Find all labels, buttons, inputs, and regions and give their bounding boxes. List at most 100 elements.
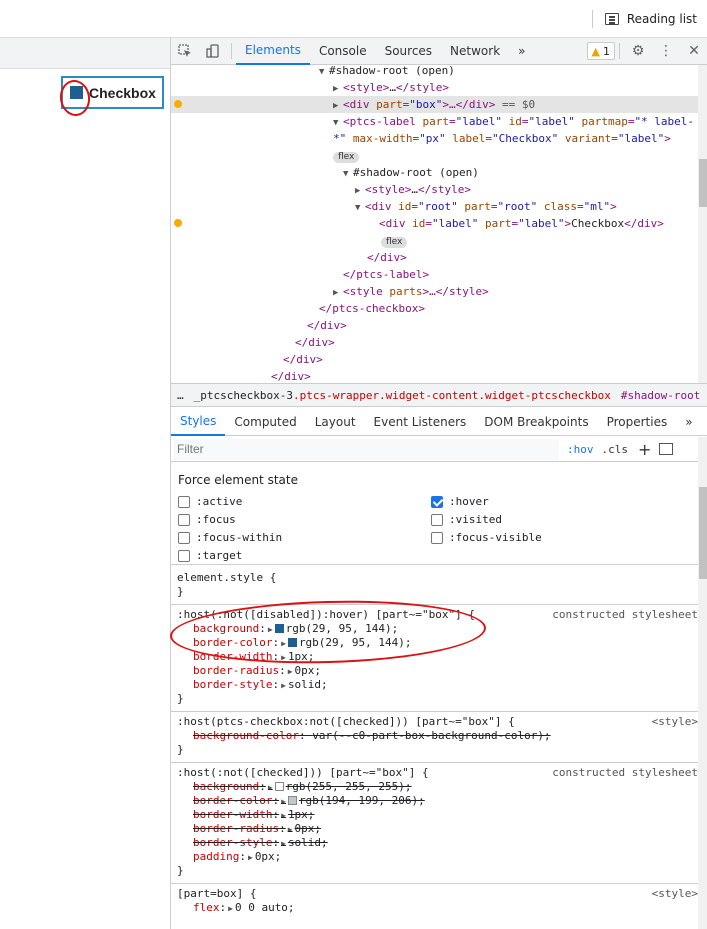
styles-filter-input[interactable] [174, 438, 559, 460]
dom-node[interactable]: ▼ #shadow-root (open) [171, 65, 698, 79]
css-declaration[interactable]: padding: ▶ 0px; [193, 850, 281, 864]
flex-badge[interactable]: flex [381, 237, 408, 248]
dom-node[interactable]: ▼ <ptcs-label part="label" id="label" par… [171, 113, 698, 130]
more-tabs-button[interactable]: » [509, 38, 534, 65]
tab-event-listeners[interactable]: Event Listeners [365, 408, 476, 436]
cls-toggle[interactable]: .cls [602, 443, 629, 456]
css-declaration-overridden[interactable]: border-width: ▶ 1px; [193, 808, 314, 822]
tab-sources[interactable]: Sources [376, 38, 441, 65]
color-swatch[interactable] [287, 796, 297, 805]
tab-styles[interactable]: Styles [171, 408, 226, 436]
checkbox[interactable] [178, 549, 190, 562]
dom-node-selected[interactable]: ▶ <div part="box">…</div> == $0 [171, 96, 698, 113]
scrollbar-thumb[interactable] [699, 487, 707, 579]
breadcrumb-item[interactable]: _ptcscheckbox-3.ptcs-wrapper.widget-cont… [194, 389, 611, 402]
tab-dom-breakpoints[interactable]: DOM Breakpoints [475, 408, 597, 436]
css-rule-part-box: [part=box] { <style> flex: ▶ 0 0 auto; [171, 884, 698, 929]
checkbox[interactable] [178, 495, 190, 508]
tab-elements[interactable]: Elements [236, 38, 310, 65]
breakpoint-dot [174, 219, 182, 227]
warnings-badge[interactable]: ▲ 1 [586, 42, 615, 60]
dom-node[interactable]: </div> [171, 334, 698, 351]
dom-scrollbar[interactable] [698, 65, 707, 383]
state-focus-visible[interactable]: :focus-visible [431, 531, 542, 544]
css-rule-unchecked-box: :host(ptcs-checkbox:not([checked])) [par… [171, 712, 698, 763]
warning-count: 1 [603, 44, 610, 58]
css-declaration-overridden[interactable]: border-color: ▶ rgb(194, 199, 206); [193, 794, 425, 808]
checkbox-label[interactable]: Checkbox [89, 85, 156, 101]
dom-node[interactable]: </div> [171, 368, 698, 383]
css-declaration[interactable]: border-style: ▶ solid; [193, 678, 328, 692]
tab-layout[interactable]: Layout [306, 408, 365, 436]
tab-properties[interactable]: Properties [598, 408, 677, 436]
flex-badge[interactable]: flex [333, 152, 360, 163]
css-declaration-overridden[interactable]: border-style: ▶ solid; [193, 836, 328, 850]
more-tabs-button[interactable]: » [676, 408, 701, 436]
css-declaration[interactable]: border-radius: ▶ 0px; [193, 664, 321, 678]
dom-node[interactable]: </ptcs-label> [171, 266, 698, 283]
css-declaration-overridden[interactable]: border-radius: ▶ 0px; [193, 822, 321, 836]
dom-node[interactable]: <div id="label" part="label">Checkbox</d… [171, 215, 698, 232]
close-icon[interactable]: ✕ [680, 38, 707, 65]
dom-tree: ▼ #shadow-root (open) ▶ <style>…</style> ▶… [171, 65, 698, 383]
dom-node-badge-row: flex [171, 147, 698, 164]
divider [619, 43, 620, 59]
dom-node[interactable]: ▶ <style parts>…</style> [171, 283, 698, 300]
breadcrumb: … _ptcscheckbox-3.ptcs-wrapper.widget-co… [171, 383, 707, 407]
state-active[interactable]: :active [178, 495, 242, 508]
breadcrumb-ellipsis[interactable]: … [177, 389, 184, 402]
rule-source-link[interactable]: <style> [652, 887, 698, 901]
dom-node[interactable]: </div> [171, 317, 698, 334]
dom-node[interactable]: ▶ <style>…</style> [171, 79, 698, 96]
dom-node[interactable]: ▶ <style>…</style> [171, 181, 698, 198]
css-rule-element-style: element.style { } [171, 569, 698, 605]
rule-selector[interactable]: [part=box] { [177, 887, 256, 901]
reading-list-button[interactable]: Reading list [591, 10, 697, 28]
checkbox[interactable] [178, 531, 190, 544]
color-swatch[interactable] [274, 782, 284, 791]
reading-list-label: Reading list [626, 12, 697, 26]
state-target[interactable]: :target [178, 549, 242, 562]
rule-close: } [177, 864, 184, 877]
styles-scrollbar[interactable] [698, 437, 707, 929]
rule-close: } [177, 585, 184, 598]
tab-console[interactable]: Console [310, 38, 376, 65]
rule-selector[interactable]: :host(:not([checked])) [part~="box"] { [177, 766, 429, 780]
tab-network[interactable]: Network [441, 38, 509, 65]
inspect-element-icon[interactable] [171, 38, 199, 65]
breadcrumb-item[interactable]: #shadow-root [621, 389, 700, 402]
checkbox[interactable] [431, 513, 443, 526]
toggle-sidebar-icon[interactable] [659, 443, 674, 455]
state-hover[interactable]: :hover [431, 495, 489, 508]
checkbox-checked[interactable] [431, 495, 443, 508]
rule-selector[interactable]: element.style { [177, 571, 276, 585]
dom-node[interactable]: </div> [171, 249, 698, 266]
new-style-rule-button[interactable]: + [638, 440, 651, 459]
dom-node[interactable]: ▼ #shadow-root (open) [171, 164, 698, 181]
state-visited[interactable]: :visited [431, 513, 502, 526]
page-header-strip [0, 38, 170, 69]
force-element-state: Force element state :active :focus :focu… [171, 463, 698, 565]
rule-selector[interactable]: :host(ptcs-checkbox:not([checked])) [par… [177, 715, 515, 729]
rule-source-link[interactable]: <style> [652, 715, 698, 729]
checkbox[interactable] [178, 513, 190, 526]
scrollbar-thumb[interactable] [699, 159, 707, 207]
tab-computed[interactable]: Computed [225, 408, 305, 436]
checkbox[interactable] [431, 531, 443, 544]
dom-node[interactable]: </div> [171, 351, 698, 368]
css-declaration-overridden[interactable]: background-color: var(--c0-part-box-back… [193, 729, 551, 743]
browser-top-bar: Reading list [0, 0, 707, 38]
more-options-icon[interactable]: ⋮ [652, 38, 680, 65]
hov-toggle[interactable]: :hov [567, 443, 594, 456]
css-declaration-overridden[interactable]: background: ▶ rgb(255, 255, 255); [193, 780, 412, 794]
dom-node[interactable]: ▼ <div id="root" part="root" class="ml"> [171, 198, 698, 215]
state-focus-within[interactable]: :focus-within [178, 531, 282, 544]
rule-source-link[interactable]: constructed stylesheet [552, 766, 698, 780]
settings-gear-icon[interactable]: ⚙ [624, 38, 652, 65]
device-toolbar-icon[interactable] [199, 38, 227, 65]
dom-node[interactable]: </ptcs-checkbox> [171, 300, 698, 317]
state-focus[interactable]: :focus [178, 513, 236, 526]
styles-filter-row: :hov .cls + [171, 437, 698, 462]
css-declaration[interactable]: flex: ▶ 0 0 auto; [193, 901, 295, 915]
rule-source-link[interactable]: constructed stylesheet [552, 608, 698, 622]
